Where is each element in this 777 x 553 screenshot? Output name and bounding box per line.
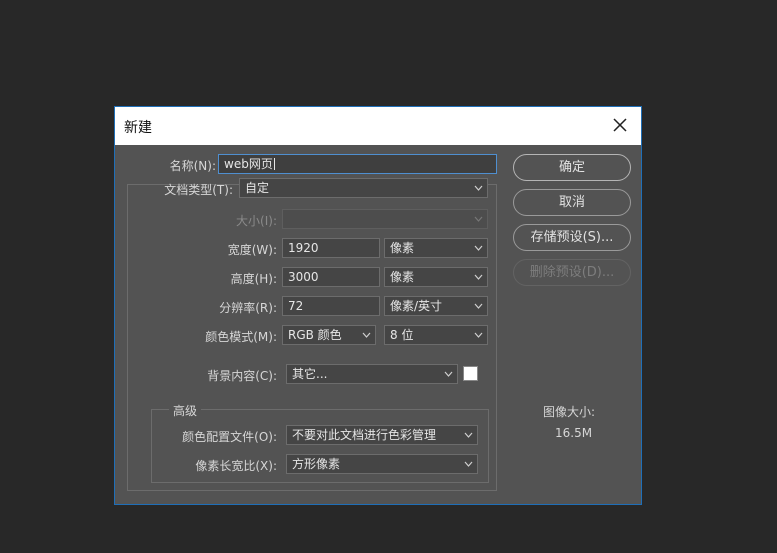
- resolution-value: 72: [288, 299, 304, 313]
- color-profile-value: 不要对此文档进行色彩管理: [292, 428, 437, 442]
- image-size-label: 图像大小:: [543, 405, 596, 419]
- height-unit-value: 像素: [390, 270, 415, 284]
- height-unit-select[interactable]: 像素: [384, 267, 488, 287]
- color-mode-select[interactable]: RGB 颜色: [282, 325, 376, 345]
- color-profile-select[interactable]: 不要对此文档进行色彩管理: [286, 425, 478, 445]
- size-label: 大小(I):: [236, 214, 277, 228]
- advanced-label: 高级: [169, 402, 202, 419]
- bit-depth-value: 8 位: [390, 328, 414, 342]
- chevron-down-icon: [474, 303, 483, 309]
- new-document-dialog: 新建 名称(N): web网页 文档类型(T): 自定 大小(I): 宽度(W)…: [114, 106, 642, 505]
- chevron-down-icon: [474, 245, 483, 251]
- color-profile-label: 颜色配置文件(O):: [182, 430, 277, 444]
- pixel-aspect-label: 像素长宽比(X):: [195, 459, 277, 473]
- chevron-down-icon: [362, 332, 371, 338]
- background-contents-label: 背景内容(C):: [207, 369, 277, 383]
- chevron-down-icon: [464, 432, 473, 438]
- image-size-value: 16.5M: [555, 426, 593, 440]
- document-type-select[interactable]: 自定: [239, 178, 488, 198]
- pixel-aspect-select[interactable]: 方形像素: [286, 454, 478, 474]
- name-label: 名称(N):: [169, 159, 216, 173]
- close-icon[interactable]: [611, 116, 629, 134]
- width-label: 宽度(W):: [227, 243, 277, 257]
- bit-depth-select[interactable]: 8 位: [384, 325, 488, 345]
- cancel-button[interactable]: 取消: [513, 189, 631, 216]
- name-input[interactable]: web网页: [218, 154, 497, 174]
- resolution-label: 分辨率(R):: [219, 301, 277, 315]
- width-value: 1920: [288, 241, 319, 255]
- name-input-value: web网页: [224, 157, 273, 171]
- dialog-title: 新建: [124, 120, 152, 136]
- width-unit-value: 像素: [390, 241, 415, 255]
- resolution-unit-value: 像素/英寸: [390, 299, 443, 313]
- background-contents-value: 其它...: [292, 367, 328, 381]
- width-input[interactable]: 1920: [282, 238, 380, 258]
- text-caret: [273, 158, 275, 170]
- height-value: 3000: [288, 270, 319, 284]
- chevron-down-icon: [474, 274, 483, 280]
- resolution-input[interactable]: 72: [282, 296, 380, 316]
- chevron-down-icon: [474, 185, 483, 191]
- document-type-value: 自定: [245, 181, 270, 195]
- save-preset-button[interactable]: 存储预设(S)...: [513, 224, 631, 251]
- document-type-label: 文档类型(T):: [164, 183, 233, 197]
- chevron-down-icon: [474, 332, 483, 338]
- dialog-titlebar: 新建: [115, 107, 641, 145]
- chevron-down-icon: [464, 461, 473, 467]
- delete-preset-button[interactable]: 删除预设(D)...: [513, 259, 631, 286]
- color-mode-value: RGB 颜色: [288, 328, 342, 342]
- color-mode-label: 颜色模式(M):: [205, 330, 277, 344]
- size-select[interactable]: [282, 209, 488, 229]
- height-input[interactable]: 3000: [282, 267, 380, 287]
- background-color-swatch[interactable]: [463, 366, 478, 381]
- ok-button[interactable]: 确定: [513, 154, 631, 181]
- width-unit-select[interactable]: 像素: [384, 238, 488, 258]
- chevron-down-icon: [474, 216, 483, 222]
- chevron-down-icon: [444, 371, 453, 377]
- pixel-aspect-value: 方形像素: [292, 457, 341, 471]
- background-contents-select[interactable]: 其它...: [286, 364, 458, 384]
- height-label: 高度(H):: [230, 272, 277, 286]
- resolution-unit-select[interactable]: 像素/英寸: [384, 296, 488, 316]
